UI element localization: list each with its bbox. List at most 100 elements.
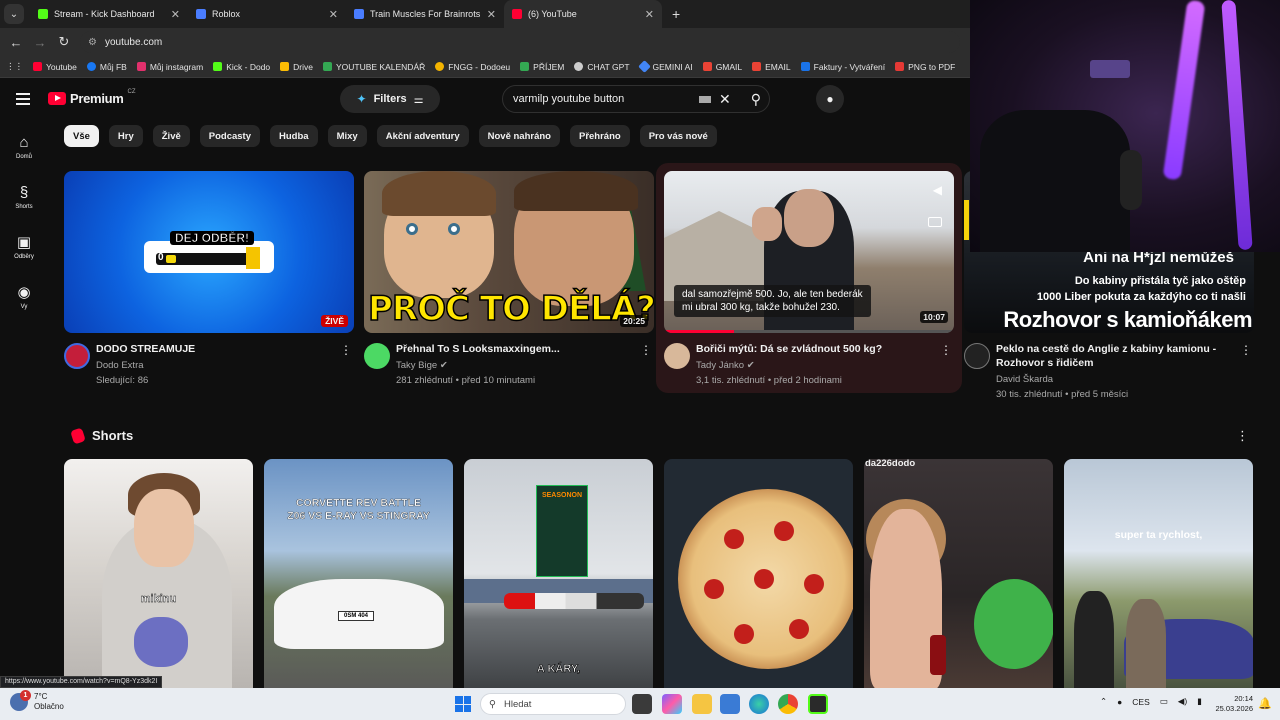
bookmark-prijem[interactable]: PŘÍJEM	[520, 62, 564, 72]
video-thumbnail[interactable]: PROČ TO DĚLÁ? 20:25	[364, 171, 654, 333]
bookmark-png-pdf[interactable]: PNG to PDF	[895, 62, 955, 72]
bookmark-fb[interactable]: Můj FB	[86, 62, 127, 72]
avatar[interactable]	[964, 343, 990, 369]
filters-button[interactable]: ✦ Filters ⚌	[340, 85, 440, 113]
weather-widget[interactable]: 1 7°C Oblačno	[10, 690, 64, 712]
short-thumbnail[interactable]: 0SM 404 CORVETTE REV BATTLE Z06 VS E-RAY…	[264, 459, 453, 688]
clear-search-icon[interactable]: ✕	[719, 91, 731, 108]
bookmark-fngg[interactable]: FNGG - Dodoeu	[435, 62, 510, 72]
chip-podcasts[interactable]: Podcasty	[199, 125, 261, 147]
new-tab-button[interactable]: +	[672, 6, 680, 22]
more-options-icon[interactable]: ⋮	[640, 343, 652, 357]
mic-icon[interactable]: ●	[1117, 697, 1122, 707]
channel-name[interactable]: David Škarda	[996, 374, 1053, 385]
tab-roblox[interactable]: Roblox ✕	[188, 0, 346, 28]
mute-icon[interactable]: ◀	[933, 183, 942, 197]
bookmark-gemini[interactable]: GEMINI AI	[637, 60, 693, 73]
voice-search-button[interactable]: ●	[816, 85, 844, 113]
video-title[interactable]: Peklo na cestě do Anglie z kabiny kamion…	[996, 343, 1216, 369]
more-options-icon[interactable]: ⋮	[340, 343, 352, 357]
captions-icon[interactable]	[928, 217, 942, 227]
youtube-logo[interactable]: Premium CZ	[48, 89, 136, 106]
sidebar-item-subscriptions[interactable]: ▣ Odběry	[0, 222, 48, 272]
avatar[interactable]	[664, 343, 690, 369]
notification-bell-icon[interactable]: 🔔	[1258, 697, 1272, 710]
keyboard-icon[interactable]	[699, 95, 711, 103]
edge-icon[interactable]	[749, 694, 769, 714]
preview-progress-bar[interactable]	[664, 330, 954, 333]
video-card[interactable]: ◀ dal samozřejmě 500. Jo, ale ten bederá…	[664, 171, 954, 393]
bookmark-yt-calendar[interactable]: YOUTUBE KALENDÁŘ	[322, 62, 425, 72]
short-thumbnail[interactable]: super ta rychlost,	[1064, 459, 1253, 688]
chrome-icon[interactable]	[778, 694, 798, 714]
site-info-icon[interactable]: ⚙	[88, 37, 97, 48]
bookmark-drive[interactable]: Drive	[280, 62, 313, 72]
tab-train-muscles[interactable]: Train Muscles For Brainrots ✕	[346, 0, 504, 28]
chip-all[interactable]: Vše	[64, 125, 99, 147]
chip-action-adventure[interactable]: Akční adventury	[376, 125, 469, 147]
taskbar-search[interactable]: ⚲ Hledat	[480, 693, 626, 715]
chip-watched[interactable]: Přehráno	[569, 125, 630, 147]
chip-recently-uploaded[interactable]: Nově nahráno	[478, 125, 560, 147]
video-title[interactable]: DODO STREAMUJE	[96, 343, 195, 355]
copilot-icon[interactable]	[662, 694, 682, 714]
back-button[interactable]: ←	[4, 35, 28, 50]
bookmark-gmail[interactable]: GMAIL	[702, 62, 742, 72]
kick-app-icon[interactable]	[808, 694, 828, 714]
short-thumbnail[interactable]	[864, 459, 1053, 688]
close-icon[interactable]: ✕	[329, 8, 338, 21]
search-icon[interactable]: ⚲	[751, 91, 761, 108]
bookmark-instagram[interactable]: Můj instagram	[136, 62, 203, 72]
chevron-up-icon[interactable]: ⌃	[1100, 696, 1107, 707]
bookmark-faktury[interactable]: Faktury - Vytváření	[800, 62, 885, 72]
sidebar-item-you[interactable]: ◉ Vy	[0, 272, 48, 322]
video-title[interactable]: Přehnal To S Looksmaxxingem...	[396, 343, 560, 355]
chip-new-to-you[interactable]: Pro vás nové	[639, 125, 717, 147]
more-options-icon[interactable]: ⋮	[1240, 343, 1252, 357]
sidebar-item-home[interactable]: ⌂ Domů	[0, 122, 48, 172]
tab-youtube[interactable]: (6) YouTube ✕	[504, 0, 662, 28]
sidebar-item-shorts[interactable]: § Shorts	[0, 172, 48, 222]
channel-name[interactable]: Taky Bige ✔	[396, 360, 448, 371]
short-channel-name[interactable]: da226dodo	[865, 458, 915, 469]
tab-kick-dashboard[interactable]: Stream - Kick Dashboard ✕	[30, 0, 188, 28]
short-thumbnail[interactable]: SEASONON A KÁRY,	[464, 459, 653, 688]
file-explorer-icon[interactable]	[692, 694, 712, 714]
forward-button[interactable]: →	[28, 35, 52, 50]
short-thumbnail[interactable]: mikinu	[64, 459, 253, 688]
battery-icon[interactable]: ▮	[1197, 696, 1202, 707]
chip-mixes[interactable]: Mixy	[327, 125, 367, 147]
close-icon[interactable]: ✕	[645, 8, 654, 21]
chip-live[interactable]: Živě	[152, 125, 190, 147]
channel-name[interactable]: Tady Jánko ✔	[696, 360, 755, 371]
avatar[interactable]	[64, 343, 90, 369]
video-thumbnail[interactable]: 0 DEJ ODBĚR! ŽIVĚ	[64, 171, 354, 333]
channel-name[interactable]: Dodo Extra	[96, 360, 144, 371]
more-options-icon[interactable]: ⋮	[1236, 428, 1249, 444]
outlook-icon[interactable]	[720, 694, 740, 714]
menu-icon[interactable]	[16, 93, 30, 108]
video-card[interactable]: 0 DEJ ODBĚR! ŽIVĚ DODO STREAMUJE Dodo Ex…	[64, 171, 354, 393]
bookmark-youtube[interactable]: Youtube	[33, 62, 77, 72]
clock[interactable]: 20:14 25.03.2026	[1213, 694, 1253, 714]
start-button[interactable]	[455, 696, 471, 712]
video-preview[interactable]: ◀ dal samozřejmě 500. Jo, ale ten bederá…	[664, 171, 954, 333]
bookmark-chatgpt[interactable]: CHAT GPT	[574, 62, 630, 72]
video-title[interactable]: Bořiči mýtů: Dá se zvládnout 500 kg?	[696, 343, 882, 355]
bookmark-email[interactable]: EMAIL	[752, 62, 791, 72]
task-view-icon[interactable]	[632, 694, 652, 714]
volume-icon[interactable]: ◀)	[1178, 696, 1187, 707]
monitor-icon[interactable]: ▭	[1160, 696, 1168, 707]
more-options-icon[interactable]: ⋮	[940, 343, 952, 357]
reload-button[interactable]: ↻	[52, 34, 76, 50]
close-icon[interactable]: ✕	[487, 8, 496, 21]
search-input[interactable]: varmilp youtube button ✕ ⚲	[502, 85, 770, 113]
avatar[interactable]	[364, 343, 390, 369]
short-thumbnail[interactable]	[664, 459, 853, 688]
close-icon[interactable]: ✕	[171, 8, 180, 21]
chip-games[interactable]: Hry	[108, 125, 143, 147]
tab-search-button[interactable]: ⌄	[4, 4, 24, 24]
apps-icon[interactable]: ⋮⋮	[6, 61, 23, 72]
bookmark-kick[interactable]: Kick - Dodo	[213, 62, 270, 72]
url-field[interactable]: ⚙ youtube.com	[80, 31, 960, 53]
